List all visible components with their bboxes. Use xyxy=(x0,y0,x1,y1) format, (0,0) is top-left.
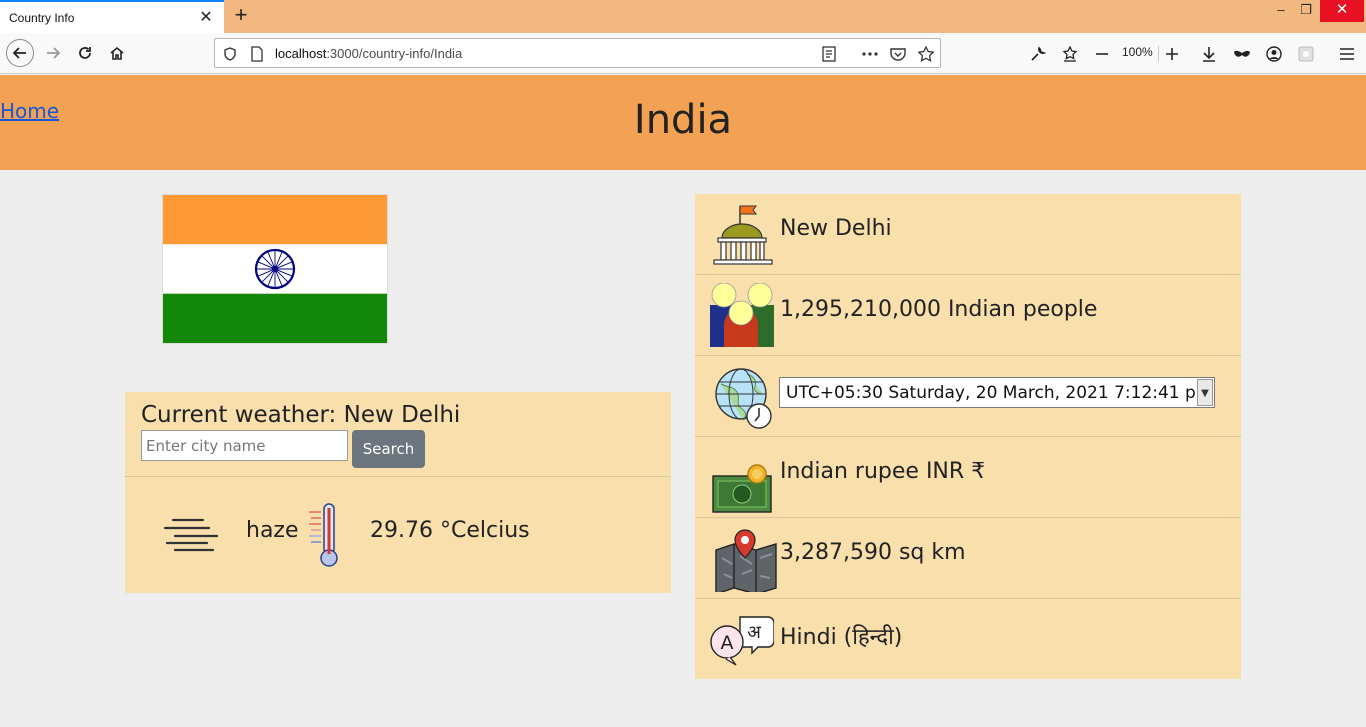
country-info-panel: New Delhi 1,295,210,000 Indian people UT… xyxy=(695,194,1241,679)
tab-title: Country Info xyxy=(9,11,75,25)
timezone-select[interactable]: UTC+05:30 Saturday, 20 March, 2021 7:12:… xyxy=(779,377,1215,408)
weather-condition: haze xyxy=(246,518,299,543)
new-tab-button[interactable]: + xyxy=(230,4,252,28)
home-icon xyxy=(110,46,124,60)
country-flag xyxy=(162,194,388,344)
currency-text: Indian rupee INR ₹ xyxy=(780,459,986,484)
download-icon[interactable] xyxy=(1198,43,1220,65)
language-text: Hindi (हिन्दी) xyxy=(780,625,903,650)
window-close-button[interactable]: ✕ xyxy=(1320,0,1364,22)
population-people-icon xyxy=(710,283,774,347)
currency-row: Indian rupee INR ₹ xyxy=(695,437,1241,518)
forward-button[interactable] xyxy=(39,39,67,67)
weather-panel: Current weather: New Delhi Search haze 2… xyxy=(125,392,671,593)
forward-arrow-icon xyxy=(47,47,61,59)
population-row: 1,295,210,000 Indian people xyxy=(695,275,1241,356)
tab-close-icon[interactable]: ✕ xyxy=(196,8,216,28)
weather-title: Current weather: New Delhi xyxy=(141,402,461,428)
reload-icon xyxy=(79,47,91,59)
shield-icon[interactable] xyxy=(221,45,239,63)
capitol-building-icon xyxy=(713,205,773,265)
browser-toolbar: localhost:3000/country-info/India 100% xyxy=(0,33,1366,74)
language-row: अ A Hindi (हिन्दी) xyxy=(695,599,1241,680)
india-flag-icon xyxy=(163,195,387,343)
reader-view-icon[interactable] xyxy=(820,45,838,63)
zoom-out-button[interactable] xyxy=(1091,43,1113,65)
toolbar-divider xyxy=(1158,46,1159,62)
account-icon[interactable] xyxy=(1263,43,1285,65)
haze-icon xyxy=(163,518,219,552)
globe-clock-icon xyxy=(715,368,772,429)
page-title: India xyxy=(633,97,733,143)
back-arrow-icon xyxy=(12,47,26,59)
weather-divider xyxy=(125,476,671,477)
menu-hamburger-icon[interactable] xyxy=(1336,43,1358,65)
wrench-icon[interactable] xyxy=(1027,43,1049,65)
zoom-level[interactable]: 100% xyxy=(1122,45,1153,59)
capital-text: New Delhi xyxy=(780,216,892,241)
search-button[interactable]: Search xyxy=(352,430,425,468)
country-header: Home India xyxy=(0,75,1366,170)
capital-row: New Delhi xyxy=(695,194,1241,275)
url-host: localhost xyxy=(275,46,327,61)
pocket-icon[interactable] xyxy=(889,45,907,63)
browser-tab[interactable]: Country Info ✕ xyxy=(0,0,224,33)
page-info-icon[interactable] xyxy=(248,45,266,63)
timezone-selected-value: UTC+05:30 Saturday, 20 March, 2021 7:12:… xyxy=(786,383,1213,403)
url-path: :3000/country-info/India xyxy=(326,46,463,61)
map-pin-icon xyxy=(715,529,777,592)
private-mask-icon[interactable] xyxy=(1231,43,1253,65)
money-icon xyxy=(712,464,772,513)
language-icon-letter-hindi: अ xyxy=(747,622,762,643)
url-text: localhost:3000/country-info/India xyxy=(275,46,462,61)
reload-button[interactable] xyxy=(71,39,99,67)
bookmarks-icon[interactable] xyxy=(1059,43,1081,65)
chevron-down-icon[interactable]: ▼ xyxy=(1197,379,1213,406)
window-minimize-button[interactable]: – xyxy=(1268,0,1294,22)
back-button[interactable] xyxy=(6,39,34,67)
timezone-row: UTC+05:30 Saturday, 20 March, 2021 7:12:… xyxy=(695,356,1241,437)
extension-icon[interactable] xyxy=(1295,43,1317,65)
thermometer-icon xyxy=(309,503,338,567)
zoom-in-button[interactable] xyxy=(1161,43,1183,65)
language-icon-letter-latin: A xyxy=(721,632,734,654)
area-text: 3,287,590 sq km xyxy=(780,540,966,565)
page-actions-icon[interactable] xyxy=(861,45,879,63)
url-bar[interactable]: localhost:3000/country-info/India xyxy=(214,38,941,68)
language-translate-icon: अ A xyxy=(710,616,774,666)
bookmark-star-icon[interactable] xyxy=(917,45,935,63)
area-row: 3,287,590 sq km xyxy=(695,518,1241,599)
population-text: 1,295,210,000 Indian people xyxy=(780,297,1098,322)
weather-temperature: 29.76 °Celcius xyxy=(370,518,530,543)
window-maximize-button[interactable]: ❐ xyxy=(1293,0,1319,22)
browser-tab-strip: Country Info ✕ + – ❐ ✕ xyxy=(0,0,1366,33)
city-search-input[interactable] xyxy=(141,430,348,461)
home-button[interactable] xyxy=(103,39,131,67)
